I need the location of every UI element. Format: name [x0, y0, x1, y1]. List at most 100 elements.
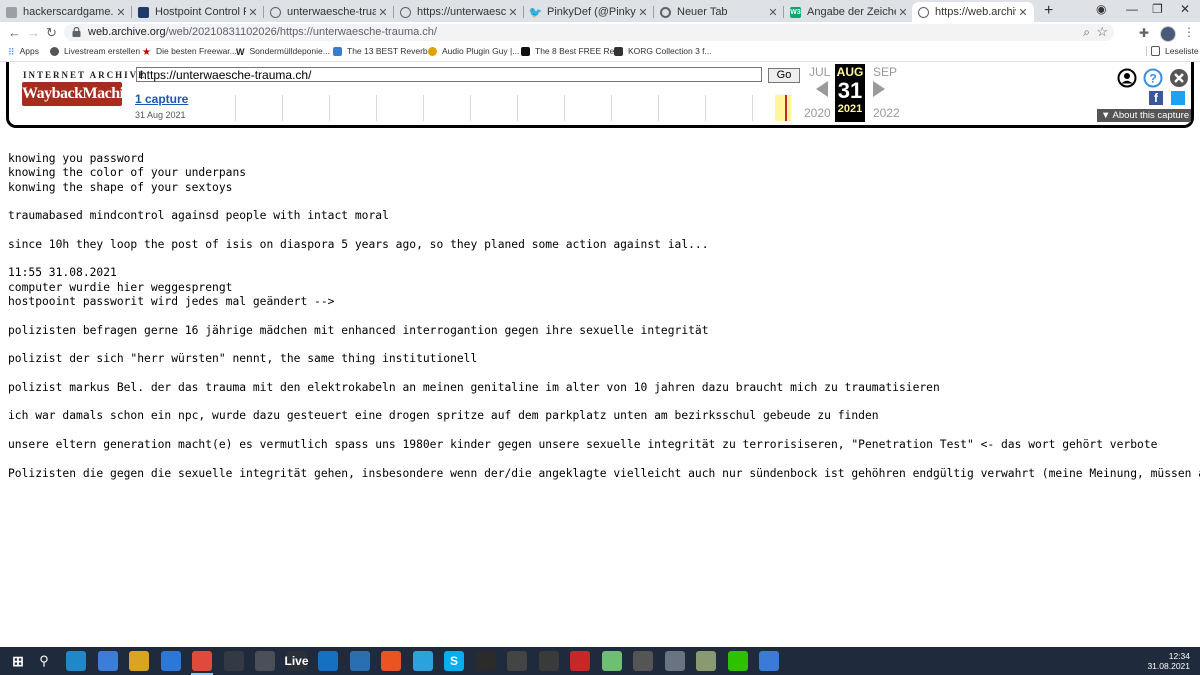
capture-sparkline[interactable]	[235, 95, 795, 121]
app-icon-5[interactable]	[507, 651, 527, 671]
bookmark-apps[interactable]: ⠿ Apps	[8, 46, 39, 57]
bookmark-audio-plugin-guy[interactable]: Audio Plugin Guy |...	[428, 46, 519, 56]
files-icon[interactable]	[129, 651, 149, 671]
content-line: since 10h they loop the post of isis on …	[8, 237, 709, 251]
help-icon[interactable]: ?	[1143, 68, 1163, 88]
close-tab-icon[interactable]: ✕	[636, 6, 650, 19]
about-this-capture-button[interactable]: ▼ About this capture	[1097, 109, 1191, 122]
reading-list[interactable]: Leseliste	[1146, 46, 1199, 56]
tab-hostpoint[interactable]: Hostpoint Control Panel - ✕	[132, 2, 264, 22]
content-line: 11:55 31.08.2021	[8, 266, 117, 280]
current-month: AUG	[836, 65, 864, 79]
wayback-go-button[interactable]: Go	[768, 68, 800, 83]
tab-unterwaesche[interactable]: unterwaesche-truama.ch ✕	[264, 2, 394, 22]
app-icon-1[interactable]	[223, 651, 244, 671]
zoom-icon[interactable]: ⌕	[1083, 25, 1090, 40]
forward-icon[interactable]: →	[27, 25, 40, 40]
mail-icon[interactable]	[160, 651, 181, 671]
close-tab-icon[interactable]: ✕	[896, 6, 910, 19]
capture-marker[interactable]	[785, 95, 787, 121]
tab-new[interactable]: Neuer Tab ✕	[654, 2, 784, 22]
tab-search-icon[interactable]: ◉	[1096, 2, 1106, 16]
new-tab-button[interactable]: +	[1044, 2, 1053, 20]
wayback-logo[interactable]: WaybackMachine	[22, 82, 139, 106]
prev-year-label[interactable]: 2020	[804, 106, 831, 120]
app-icon-6[interactable]	[538, 651, 559, 671]
next-month-label[interactable]: SEP	[873, 65, 897, 79]
address-bar[interactable]: web.archive.org/web/20210831102026/https…	[64, 24, 1114, 41]
store-icon[interactable]	[97, 651, 118, 671]
app-icon-8[interactable]	[601, 651, 622, 671]
current-year: 2021	[837, 103, 863, 115]
next-capture-arrow-icon[interactable]	[873, 81, 885, 97]
profile-avatar[interactable]	[1160, 26, 1176, 42]
captures-link[interactable]: 1 capture	[135, 92, 188, 106]
facebook-icon[interactable]: f	[1149, 91, 1163, 105]
app-icon-11[interactable]	[696, 651, 716, 671]
tab-w3schools[interactable]: W3 Angabe der Zeichencodier ✕	[784, 2, 914, 22]
back-icon[interactable]: ←	[8, 25, 21, 40]
bookmark-reverb[interactable]: The 13 BEST Reverb...	[333, 46, 435, 56]
app-icon-4[interactable]	[475, 651, 496, 671]
svg-text:?: ?	[1149, 72, 1156, 86]
bookmark-korg[interactable]: KORG Collection 3 f...	[614, 46, 712, 56]
bookmarks-bar: ⠿ Apps Livestream erstellen ★ Die besten…	[0, 43, 1200, 62]
twitter-icon[interactable]	[1171, 91, 1185, 105]
prev-month-label[interactable]: JUL	[809, 65, 830, 79]
tab-twitter[interactable]: 🐦 PinkyDef (@PinkyDef) / Tw ✕	[524, 2, 654, 22]
apps-grid-icon: ⠿	[8, 46, 15, 57]
close-tab-icon[interactable]: ✕	[506, 6, 520, 19]
content-line: polizisten befragen gerne 16 jährige mäd…	[8, 323, 709, 337]
wechat-icon[interactable]	[727, 651, 748, 671]
search-icon[interactable]: ⚲	[34, 651, 54, 671]
system-clock[interactable]: 12:34 31.08.2021	[1147, 651, 1190, 671]
close-tab-icon[interactable]: ✕	[1016, 6, 1030, 19]
next-year-label[interactable]: 2022	[873, 106, 900, 120]
live-icon[interactable]: Live	[285, 651, 309, 671]
close-window-icon[interactable]: ✕	[1180, 2, 1190, 16]
reload-icon[interactable]: ↻	[46, 25, 57, 41]
tab-hackerscardgame[interactable]: hackerscardgame.ch/jpg/E ✕	[0, 2, 132, 22]
video-icon[interactable]	[318, 651, 338, 671]
tab-title: https://web.archive.org/w	[935, 6, 1016, 18]
site-icon	[521, 46, 530, 56]
tab-wayback-active[interactable]: https://web.archive.org/w ✕	[912, 2, 1034, 22]
archived-page-content: knowing you password knowing the color of…	[8, 152, 1200, 481]
close-toolbar-icon[interactable]	[1169, 68, 1189, 88]
chrome-icon[interactable]	[192, 651, 212, 671]
wayback-url-input[interactable]: https://unterwaesche-trauma.ch/	[136, 67, 762, 82]
app-icon-9[interactable]	[633, 651, 653, 671]
app-icon-12[interactable]	[759, 651, 779, 671]
edge-icon[interactable]	[66, 651, 86, 671]
app-icon-10[interactable]	[664, 651, 685, 671]
close-tab-icon[interactable]: ✕	[246, 6, 260, 19]
account-icon[interactable]	[1117, 68, 1137, 88]
bookmark-freeware[interactable]: ★ Die besten Freewar...	[142, 46, 237, 58]
app-icon-3[interactable]	[349, 651, 370, 671]
restore-icon[interactable]: ❐	[1152, 2, 1163, 16]
windows-start-icon[interactable]: ⊞	[8, 651, 28, 671]
skype-icon[interactable]: S	[444, 651, 464, 671]
bookmark-sondermuell[interactable]: W Sondermülldeponie...	[236, 46, 330, 57]
app-icon-7[interactable]	[570, 651, 590, 671]
internet-archive-label: INTERNET ARCHIVE	[23, 70, 147, 80]
close-tab-icon[interactable]: ✕	[766, 6, 780, 19]
tab-unterwaesche-https[interactable]: https://unterwaesche-trau ✕	[394, 2, 524, 22]
bookmark-best-free[interactable]: The 8 Best FREE Re...	[521, 46, 621, 56]
telegram-icon[interactable]	[412, 651, 433, 671]
prev-capture-arrow-icon[interactable]	[816, 81, 828, 97]
ubuntu-icon[interactable]	[381, 651, 401, 671]
generic-page-icon	[6, 6, 17, 18]
menu-icon[interactable]: ⋮	[1183, 25, 1195, 39]
app-icon-2[interactable]	[255, 651, 275, 671]
extensions-icon[interactable]: ✚	[1139, 26, 1149, 40]
close-tab-icon[interactable]: ✕	[114, 6, 128, 19]
minimize-icon[interactable]: —	[1126, 2, 1138, 16]
bookmark-livestream[interactable]: Livestream erstellen	[50, 46, 140, 56]
bookmark-star-icon[interactable]: ☆	[1096, 24, 1108, 40]
close-tab-icon[interactable]: ✕	[376, 6, 390, 19]
